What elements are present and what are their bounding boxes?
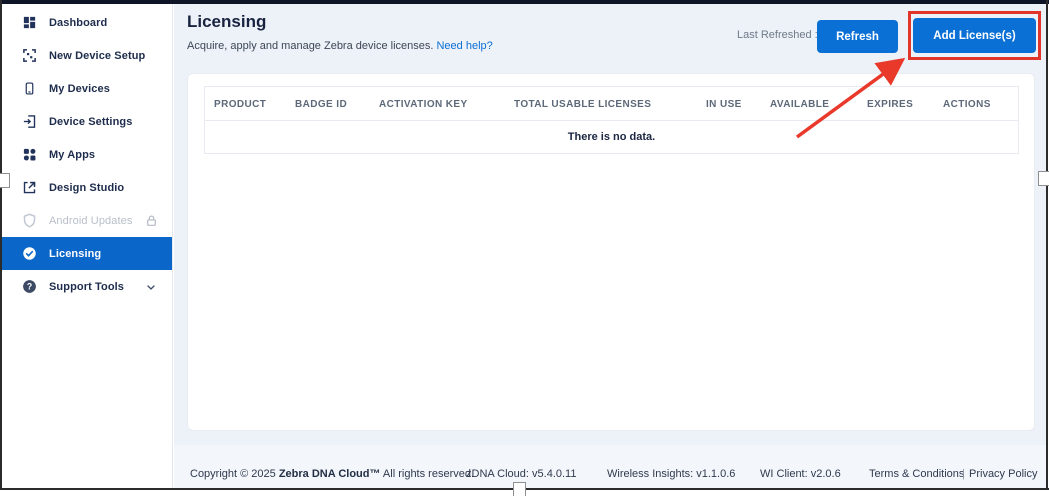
qr-scan-icon [22, 48, 37, 63]
svg-text:?: ? [27, 282, 32, 292]
apps-grid-icon [22, 147, 37, 162]
sidebar-item-label: New Device Setup [49, 50, 145, 62]
column-header-actions: ACTIONS [943, 99, 991, 110]
copyright-text: Copyright © 2025 Zebra DNA Cloud™ All ri… [190, 468, 474, 480]
refresh-button[interactable]: Refresh [817, 20, 898, 53]
resize-handle-left[interactable] [0, 173, 10, 188]
column-header-product[interactable]: PRODUCT [214, 99, 266, 110]
sidebar-item-licensing[interactable]: Licensing [2, 237, 172, 270]
help-circle-icon: ? [22, 279, 37, 294]
sidebar: Dashboard New Device Setup My Devices [2, 4, 173, 488]
footer: Copyright © 2025 Zebra DNA Cloud™ All ri… [174, 445, 1046, 488]
page-subtitle: Acquire, apply and manage Zebra device l… [187, 40, 493, 52]
column-header-activation-key[interactable]: ACTIVATION KEY [379, 99, 468, 110]
add-licenses-button[interactable]: Add License(s) [913, 18, 1036, 53]
empty-message: There is no data. [568, 131, 655, 143]
screenshot-root: Dashboard New Device Setup My Devices [0, 0, 1049, 496]
sidebar-item-label: Android Updates [49, 215, 132, 227]
column-header-expires[interactable]: EXPIRES [867, 99, 913, 110]
sidebar-item-label: My Devices [49, 83, 110, 95]
resize-handle-right[interactable] [1038, 171, 1049, 186]
window-right-edge [1046, 0, 1048, 490]
sidebar-item-android-updates[interactable]: Android Updates [2, 204, 172, 237]
table-empty-row: There is no data. [205, 121, 1018, 153]
sidebar-item-device-settings[interactable]: Device Settings [2, 105, 172, 138]
android-shield-icon [22, 213, 37, 228]
sidebar-item-label: Dashboard [49, 17, 107, 29]
license-badge-icon [22, 246, 37, 261]
sidebar-item-new-device-setup[interactable]: New Device Setup [2, 39, 172, 72]
sidebar-item-support-tools[interactable]: ? Support Tools [2, 270, 172, 303]
licenses-card: PRODUCT BADGE ID ACTIVATION KEY TOTAL US… [187, 73, 1035, 431]
privacy-policy-link[interactable]: Privacy Policy [969, 468, 1037, 480]
terms-conditions-link[interactable]: Terms & Conditions [869, 468, 964, 480]
last-refreshed-label: Last Refreshed : [737, 29, 818, 41]
sidebar-item-label: Device Settings [49, 116, 132, 128]
dashboard-icon [22, 15, 37, 30]
wireless-insights-version: Wireless Insights: v1.1.0.6 [607, 468, 735, 480]
sidebar-item-dashboard[interactable]: Dashboard [2, 6, 172, 39]
footer-separator: | [962, 468, 965, 480]
annotation-highlight-box: Add License(s) [908, 11, 1041, 60]
page-subtitle-text: Acquire, apply and manage Zebra device l… [187, 40, 433, 52]
window-left-edge [0, 0, 2, 490]
resize-handle-bottom[interactable] [513, 482, 526, 496]
smartphone-icon [22, 81, 37, 96]
sidebar-item-label: Licensing [49, 248, 101, 260]
column-header-in-use[interactable]: IN USE [706, 99, 742, 110]
sidebar-item-label: Support Tools [49, 281, 124, 293]
licenses-table: PRODUCT BADGE ID ACTIVATION KEY TOTAL US… [204, 86, 1019, 154]
column-header-total-usable-licenses[interactable]: TOTAL USABLE LICENSES [514, 99, 651, 110]
need-help-link[interactable]: Need help? [436, 40, 492, 52]
sidebar-item-my-apps[interactable]: My Apps [2, 138, 172, 171]
wi-client-version: WI Client: v2.0.6 [760, 468, 841, 480]
sidebar-item-design-studio[interactable]: Design Studio [2, 171, 172, 204]
page-title: Licensing [187, 12, 266, 32]
main-content: Licensing Acquire, apply and manage Zebr… [174, 4, 1046, 488]
chevron-down-icon [145, 280, 158, 293]
brand-name: Zebra DNA Cloud™ [279, 468, 381, 480]
sidebar-item-my-devices[interactable]: My Devices [2, 72, 172, 105]
sidebar-item-label: Design Studio [49, 182, 124, 194]
zdna-version: zDNA Cloud: v5.4.0.11 [466, 468, 576, 480]
lock-icon [145, 214, 158, 227]
design-studio-icon [22, 180, 37, 195]
device-settings-icon [22, 114, 37, 129]
sidebar-item-label: My Apps [49, 149, 95, 161]
column-header-available[interactable]: AVAILABLE [770, 99, 829, 110]
column-header-badge-id[interactable]: BADGE ID [295, 99, 347, 110]
table-header-row: PRODUCT BADGE ID ACTIVATION KEY TOTAL US… [205, 87, 1018, 121]
